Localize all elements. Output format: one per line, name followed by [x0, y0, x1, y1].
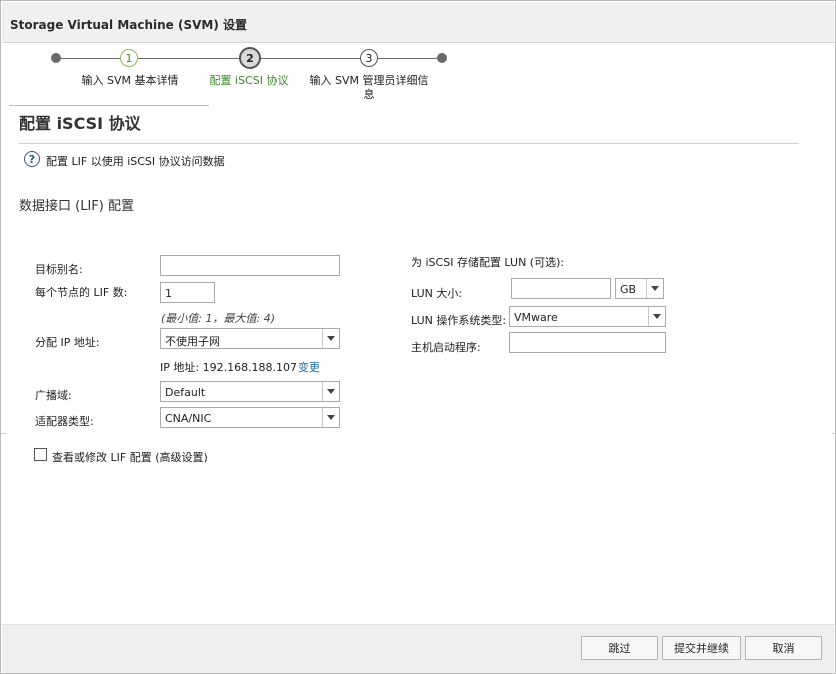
adapter-type-label: 适配器类型: [35, 415, 94, 428]
lun-size-input[interactable] [511, 278, 611, 299]
step-1-label: 输入 SVM 基本详情 [81, 74, 179, 87]
dialog-title: Storage Virtual Machine (SVM) 设置 [10, 18, 248, 32]
step-1-circle[interactable]: 1 [120, 49, 138, 67]
stepper-divider [9, 105, 209, 106]
lif-per-node-label: 每个节点的 LIF 数: [35, 286, 128, 299]
step-2-circle: 2 [239, 47, 261, 69]
assign-ip-value: 不使用子网 [165, 335, 220, 348]
assign-ip-label: 分配 IP 地址: [35, 336, 100, 349]
chevron-down-icon[interactable] [322, 408, 339, 427]
adapter-type-select[interactable]: CNA/NIC [160, 407, 340, 428]
chevron-down-icon[interactable] [648, 307, 665, 326]
assign-ip-select[interactable]: 不使用子网 [160, 328, 340, 349]
lif-section-title: 数据接口 (LIF) 配置 [19, 199, 134, 214]
target-alias-label: 目标别名: [35, 263, 83, 276]
advanced-settings-checkbox[interactable] [34, 448, 47, 461]
lun-os-type-select[interactable]: VMware [509, 306, 666, 327]
lun-size-label: LUN 大小: [411, 287, 463, 300]
stepper-end-dot [437, 53, 447, 63]
advanced-settings-label: 查看或修改 LIF 配置 (高级设置) [52, 451, 208, 464]
broadcast-domain-label: 广播域: [35, 389, 72, 402]
title-divider [19, 143, 799, 144]
broadcast-domain-value: Default [165, 386, 206, 399]
skip-button[interactable]: 跳过 [581, 636, 658, 660]
broadcast-domain-select[interactable]: Default [160, 381, 340, 402]
right-edge-tick [832, 433, 836, 434]
lun-os-type-value: VMware [514, 311, 558, 324]
step-3-label: 输入 SVM 管理员详细信 息 [307, 74, 431, 102]
chevron-down-icon[interactable] [322, 382, 339, 401]
change-ip-link[interactable]: 变更 [298, 359, 320, 375]
chevron-down-icon[interactable] [322, 329, 339, 348]
lun-os-type-label: LUN 操作系统类型: [411, 314, 507, 327]
help-text: 配置 LIF 以使用 iSCSI 协议访问数据 [46, 155, 225, 168]
adapter-type-value: CNA/NIC [165, 412, 212, 425]
host-initiator-input[interactable] [509, 332, 666, 353]
lun-size-unit-select[interactable]: GB [615, 278, 664, 299]
dialog-title-bar: Storage Virtual Machine (SVM) 设置 [2, 2, 834, 43]
submit-continue-button[interactable]: 提交并继续 [662, 636, 741, 660]
lif-per-node-input[interactable]: 1 [160, 282, 215, 303]
chevron-down-icon[interactable] [646, 279, 663, 298]
svm-setup-dialog: Storage Virtual Machine (SVM) 设置 1 2 3 输… [0, 0, 836, 674]
step-3-label-line2: 息 [363, 88, 375, 101]
left-edge-tick [1, 433, 6, 434]
help-question-icon: ? [24, 151, 40, 167]
host-initiator-label: 主机启动程序: [411, 341, 481, 354]
lif-range-hint: (最小值: 1，最大值: 4) [161, 312, 275, 325]
cancel-button[interactable]: 取消 [745, 636, 822, 660]
step-3-circle: 3 [360, 49, 378, 67]
page-title: 配置 iSCSI 协议 [19, 114, 141, 133]
lun-size-unit-value: GB [620, 283, 637, 296]
ip-address-text: IP 地址: 192.168.188.107 [160, 361, 298, 374]
step-3-label-line1: 输入 SVM 管理员详细信 [309, 74, 429, 87]
step-2-label: 配置 iSCSI 协议 [209, 74, 289, 87]
target-alias-input[interactable] [160, 255, 340, 276]
provision-lun-title: 为 iSCSI 存储配置 LUN (可选): [411, 256, 565, 269]
